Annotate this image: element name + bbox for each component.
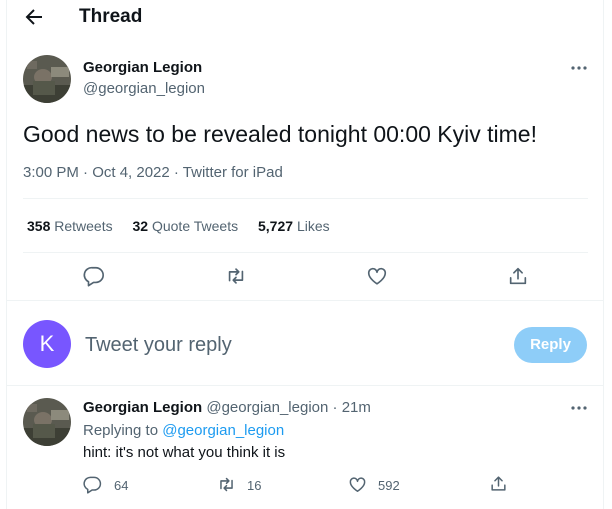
more-options-icon[interactable] — [569, 58, 589, 78]
divider — [23, 198, 588, 199]
like-icon[interactable] — [348, 475, 367, 494]
reply-time[interactable]: · 21m — [333, 399, 371, 416]
tweet-text: Good news to be revealed tonight 00:00 K… — [23, 121, 537, 147]
reply-input[interactable]: Tweet your reply — [85, 334, 232, 357]
page-title: Thread — [79, 6, 143, 27]
tweet-stats: 358 Retweets 32 Quote Tweets 5,727 Likes — [27, 218, 346, 234]
like-icon[interactable] — [366, 265, 388, 287]
quote-tweets-stat[interactable]: 32 Quote Tweets — [133, 218, 239, 234]
retweet-icon[interactable] — [225, 265, 247, 287]
tweet-meta: 3:00 PM · Oct 4, 2022 · Twitter for iPad — [23, 164, 283, 181]
reply-text: hint: it's not what you think it is — [83, 444, 286, 461]
reply-author-name[interactable]: Georgian Legion — [83, 399, 202, 416]
divider — [23, 252, 588, 253]
divider — [7, 385, 603, 386]
reply-count: 64 — [114, 478, 129, 493]
user-avatar[interactable]: K — [23, 320, 71, 368]
reply-author-avatar[interactable] — [23, 398, 71, 446]
retweet-icon[interactable] — [217, 475, 236, 494]
author-handle[interactable]: @georgian_legion — [83, 80, 205, 97]
reply-header: Georgian Legion @georgian_legion · 21m — [83, 399, 371, 416]
likes-stat[interactable]: 5,727 Likes — [258, 218, 330, 234]
replying-to: Replying to @georgian_legion — [83, 422, 285, 439]
more-options-icon[interactable] — [569, 398, 589, 418]
replying-to-link[interactable]: @georgian_legion — [162, 422, 284, 439]
author-avatar[interactable] — [23, 55, 71, 103]
like-count: 592 — [378, 478, 400, 493]
reply-icon[interactable] — [83, 265, 105, 287]
retweets-stat[interactable]: 358 Retweets — [27, 218, 113, 234]
share-icon[interactable] — [489, 474, 508, 493]
reply-button[interactable]: Reply — [514, 327, 587, 363]
divider — [7, 300, 603, 301]
share-icon[interactable] — [507, 265, 529, 287]
back-arrow-icon[interactable] — [22, 5, 46, 29]
reply-author-handle[interactable]: @georgian_legion — [206, 399, 328, 416]
reply-icon[interactable] — [83, 475, 102, 494]
retweet-count: 16 — [247, 478, 262, 493]
author-name[interactable]: Georgian Legion — [83, 59, 202, 76]
